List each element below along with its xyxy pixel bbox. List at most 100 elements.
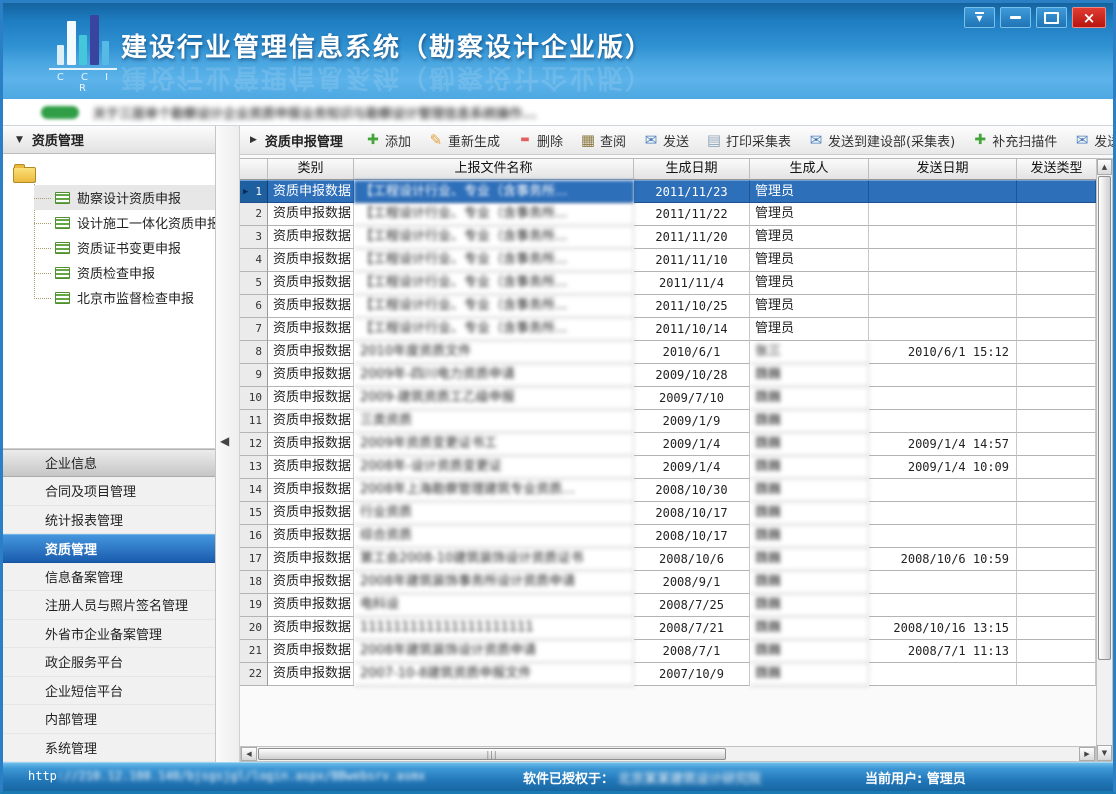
cell-send-date [869, 249, 1017, 272]
table-row[interactable]: ▶11 资质申报数据 三类资质 2009/1/9 魏巍 [240, 410, 1096, 433]
app-window: C C I R 建设行业管理信息系统（勘察设计企业版） 建设行业管理信息系统（勘… [0, 0, 1116, 794]
table-row[interactable]: ▶15 资质申报数据 行业资质 2008/10/17 魏巍 [240, 502, 1096, 525]
menu-item-7[interactable]: 政企服务平台 [3, 648, 215, 677]
scroll-up-icon[interactable]: ▲ [1097, 159, 1112, 175]
cell-generated-by: 魏巍 [750, 594, 869, 617]
table-row[interactable]: ▶16 资质申报数据 综合资质 2008/10/17 魏巍 [240, 525, 1096, 548]
table-row[interactable]: ▶10 资质申报数据 2009-建筑资质工乙级申报 2009/7/10 魏巍 [240, 387, 1096, 410]
toolbar-button-5[interactable]: 打印采集表 [706, 131, 791, 150]
toolbar-button-1[interactable]: 重新生成 [428, 131, 500, 150]
menu-item-5[interactable]: 注册人员与照片签名管理 [3, 591, 215, 620]
form-document-icon [55, 192, 70, 204]
cell-generated-by: 管理员 [750, 318, 869, 341]
status-license-name-redacted: 北京某某建筑设计研究院 [618, 772, 761, 787]
cell-row-number: ▶16 [240, 525, 268, 548]
toolbar-button-0[interactable]: 添加 [365, 131, 411, 150]
cell-file-name: 【工程设计行业、专业（含事务所... [354, 318, 634, 341]
cell-send-date: 2008/10/6 10:59 [869, 548, 1017, 571]
window-menu-button[interactable]: ▼ [964, 7, 995, 28]
tree-item-3[interactable]: 资质检查申报 [34, 260, 215, 285]
table-row[interactable]: ▶1 资质申报数据 【工程设计行业、专业（含事务所... 2011/11/23 … [240, 180, 1096, 203]
table-row[interactable]: ▶21 资质申报数据 2008年建筑装饰设计资质申请 2008/7/1 魏巍 2… [240, 640, 1096, 663]
sidebar-header[interactable]: ▼ 资质管理 [3, 126, 215, 154]
splitter[interactable]: ◀ [216, 126, 240, 762]
menu-item-label: 统计报表管理 [45, 510, 123, 529]
column-header-send-date[interactable]: 发送日期 [869, 159, 1017, 180]
menu-item-1[interactable]: 合同及项目管理 [3, 477, 215, 506]
cell-row-number: ▶4 [240, 249, 268, 272]
menu-item-4[interactable]: 信息备案管理 [3, 563, 215, 592]
table-row[interactable]: ▶6 资质申报数据 【工程设计行业、专业（含事务所... 2011/10/25 … [240, 295, 1096, 318]
close-button[interactable]: × [1072, 7, 1106, 28]
cell-generate-date: 2011/11/10 [634, 249, 750, 272]
folder-icon[interactable] [13, 167, 36, 183]
tree-item-4[interactable]: 北京市监督检查申报 [34, 285, 215, 310]
table-row[interactable]: ▶14 资质申报数据 2008年上海勘察管理建筑专业资质… 2008/10/30… [240, 479, 1096, 502]
menu-item-10[interactable]: 系统管理 [3, 734, 215, 763]
tree-item-1[interactable]: 设计施工一体化资质申报 [34, 210, 215, 235]
cell-file-name: 电科设 [354, 594, 634, 617]
table-row[interactable]: ▶19 资质申报数据 电科设 2008/7/25 魏巍 [240, 594, 1096, 617]
table-row[interactable]: ▶18 资质申报数据 2008年建筑装饰事务所设计资质申请 2008/9/1 魏… [240, 571, 1096, 594]
scroll-right-icon[interactable]: ▶ [1079, 747, 1095, 761]
cell-generated-by: 管理员 [750, 203, 869, 226]
column-header-file-name[interactable]: 上报文件名称 [354, 159, 634, 180]
table-row[interactable]: ▶8 资质申报数据 2010年度资质文件 2010/6/1 张三 2010/6/… [240, 341, 1096, 364]
cell-send-type [1017, 318, 1096, 341]
menu-item-2[interactable]: 统计报表管理 [3, 506, 215, 535]
column-header-generated-by[interactable]: 生成人 [750, 159, 869, 180]
menu-item-3[interactable]: 资质管理 [3, 534, 215, 563]
menu-item-9[interactable]: 内部管理 [3, 705, 215, 734]
toolbar-button-6[interactable]: 发送到建设部(采集表) [808, 131, 955, 150]
cell-row-number: ▶2 [240, 203, 268, 226]
table-row[interactable]: ▶9 资质申报数据 2009年-四川电力资质申请 2009/10/28 魏巍 [240, 364, 1096, 387]
cell-file-name: 2009年资质变更证书工 [354, 433, 634, 456]
cell-generated-by: 魏巍 [750, 364, 869, 387]
cell-row-number: ▶8 [240, 341, 268, 364]
table-row[interactable]: ▶22 资质申报数据 2007-10-8建筑资质申报文件 2007/10/9 魏… [240, 663, 1096, 686]
table-row[interactable]: ▶4 资质申报数据 【工程设计行业、专业（含事务所... 2011/11/10 … [240, 249, 1096, 272]
cell-send-type [1017, 341, 1096, 364]
form-document-icon [55, 217, 70, 229]
scroll-left-icon[interactable]: ◀ [241, 747, 257, 761]
table-row[interactable]: ▶5 资质申报数据 【工程设计行业、专业（含事务所... 2011/11/4 管… [240, 272, 1096, 295]
toolbar-button-2[interactable]: 删除 [517, 131, 563, 150]
cell-send-date [869, 410, 1017, 433]
vertical-scroll-thumb[interactable] [1098, 176, 1111, 660]
column-header-generate-date[interactable]: 生成日期 [634, 159, 750, 180]
arrow-right-icon: ▶ [250, 135, 257, 145]
table-row[interactable]: ▶7 资质申报数据 【工程设计行业、专业（含事务所... 2011/10/14 … [240, 318, 1096, 341]
horizontal-scrollbar[interactable]: ◀ ▶ [240, 746, 1096, 762]
column-header-rownum [240, 159, 268, 180]
cell-generated-by: 魏巍 [750, 433, 869, 456]
table-row[interactable]: ▶17 资质申报数据 第工会2008-10建筑装饰设计资质证书 2008/10/… [240, 548, 1096, 571]
vertical-scrollbar[interactable]: ▲ ▼ [1096, 158, 1113, 762]
minimize-button[interactable] [1000, 7, 1031, 28]
cell-generate-date: 2011/11/23 [634, 180, 750, 203]
maximize-button[interactable] [1036, 7, 1067, 28]
toolbar-button-7[interactable]: 补充扫描件 [972, 131, 1057, 150]
tree-item-label: 设计施工一体化资质申报 [77, 213, 215, 232]
toolbar-button-4[interactable]: 发送 [643, 131, 689, 150]
column-header-send-type[interactable]: 发送类型 [1017, 159, 1096, 180]
cell-send-type [1017, 433, 1096, 456]
cell-file-name: 2009年-四川电力资质申请 [354, 364, 634, 387]
table-row[interactable]: ▶13 资质申报数据 2008年-设计资质变更证 2009/1/4 魏巍 200… [240, 456, 1096, 479]
tree-item-0[interactable]: 勘察设计资质申报 [34, 185, 215, 210]
table-row[interactable]: ▶20 资质申报数据 111111111111111111111 2008/7/… [240, 617, 1096, 640]
table-row[interactable]: ▶3 资质申报数据 【工程设计行业、专业（含事务所... 2011/11/20 … [240, 226, 1096, 249]
menu-item-6[interactable]: 外省市企业备案管理 [3, 620, 215, 649]
column-header-category[interactable]: 类别 [268, 159, 354, 180]
cell-category: 资质申报数据 [268, 272, 354, 295]
menu-item-8[interactable]: 企业短信平台 [3, 677, 215, 706]
toolbar-button-3[interactable]: 查阅 [580, 131, 626, 150]
table-row[interactable]: ▶12 资质申报数据 2009年资质变更证书工 2009/1/4 魏巍 2009… [240, 433, 1096, 456]
tree-item-2[interactable]: 资质证书变更申报 [34, 235, 215, 260]
toolbar-button-8[interactable]: 发送扫描件 [1074, 131, 1116, 150]
table-row[interactable]: ▶2 资质申报数据 【工程设计行业、专业（含事务所... 2011/11/22 … [240, 203, 1096, 226]
menu-item-0[interactable]: 企业信息 [3, 449, 215, 478]
collapse-panel-icon[interactable]: ◀ [220, 434, 229, 448]
horizontal-scroll-thumb[interactable] [258, 748, 726, 760]
scroll-down-icon[interactable]: ▼ [1097, 745, 1112, 761]
tree-item-label: 北京市监督检查申报 [77, 288, 194, 307]
